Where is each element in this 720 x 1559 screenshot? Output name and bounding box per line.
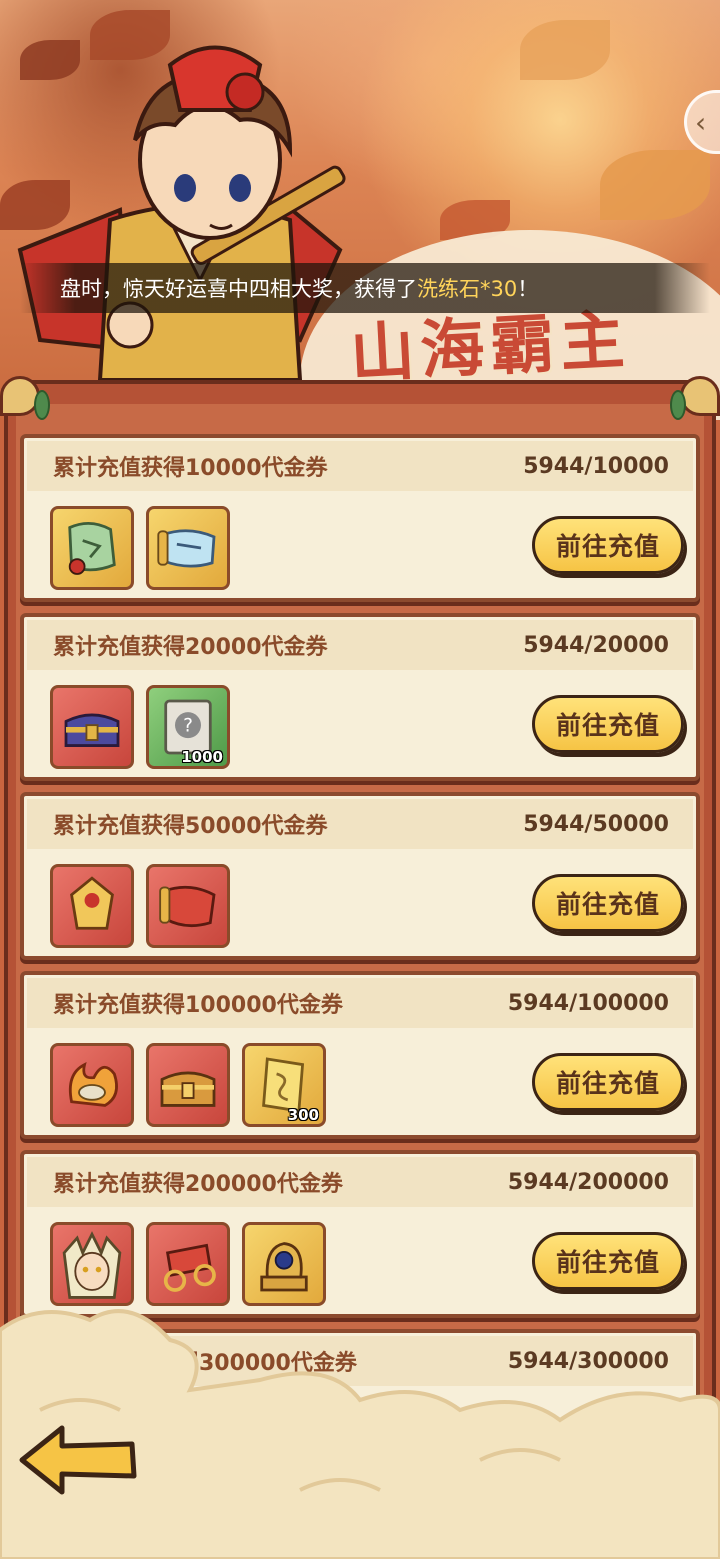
reward-item-slot[interactable] — [50, 1222, 134, 1306]
task-card: 累计充值获得100000代金券 5944/100000 300 前往充值 — [20, 971, 700, 1139]
svg-text:?: ? — [183, 716, 193, 737]
task-progress: 5944/200000 — [507, 1169, 669, 1195]
golden-chest-icon — [160, 1071, 216, 1107]
task-card: 累计充值获得200000代金券 5944/200000 前往充值 — [20, 1150, 700, 1318]
leaf-ornament-icon — [670, 390, 686, 420]
reward-item-slot[interactable] — [146, 864, 230, 948]
marquee-text: 盘时，惊天好运喜中四相大奖，获得了 — [60, 277, 417, 301]
hero-banner: 山海霸主 ‹ — [0, 0, 720, 420]
item-quantity: 300 — [287, 1106, 319, 1124]
side-collapse-button[interactable]: ‹ — [684, 90, 720, 154]
red-scroll-icon — [159, 885, 216, 928]
hero-character-illustration — [17, 45, 346, 382]
maple-leaf-decoration — [600, 150, 710, 220]
panel-corner-ornament — [680, 376, 720, 416]
reward-item-slot[interactable] — [242, 1222, 326, 1306]
task-header: 累计充值获得20000代金券 5944/20000 — [27, 620, 693, 670]
war-chariot-icon — [163, 1243, 216, 1292]
task-header: 累计充值获得50000代金券 5944/50000 — [27, 799, 693, 849]
reward-item-slot[interactable] — [146, 506, 230, 590]
flame-artifact-icon — [68, 1061, 118, 1107]
goto-recharge-button[interactable]: 前往充值 — [532, 516, 684, 574]
goto-recharge-button[interactable]: 前往充值 — [532, 1232, 684, 1290]
maple-leaf-decoration — [520, 20, 610, 80]
task-title: 累计充值获得20000代金券 — [53, 635, 328, 660]
reward-item-slot[interactable] — [50, 1043, 134, 1127]
back-arrow-button[interactable] — [18, 1420, 138, 1500]
reward-item-slot[interactable] — [50, 685, 134, 769]
task-header: 累计充值获得10000代金券 5944/10000 — [27, 441, 693, 491]
task-title: 累计充值获得10000代金券 — [53, 456, 328, 481]
item-quantity: 1000 — [181, 748, 223, 766]
task-title: 累计充值获得100000代金券 — [53, 993, 343, 1018]
task-card: 累计充值获得50000代金券 5944/50000 前往充值 — [20, 792, 700, 960]
blue-scroll-icon — [157, 529, 216, 568]
task-card: 累计充值获得20000代金券 5944/20000 ? 1000 前往充值 — [20, 613, 700, 781]
golden-emblem-icon — [70, 876, 114, 930]
task-card: 累计充值获得10000代金券 5944/10000 前往充值 — [20, 434, 700, 602]
hero-portrait-icon — [62, 1231, 122, 1299]
task-progress: 5944/100000 — [507, 990, 669, 1016]
task-progress: 5944/50000 — [523, 811, 669, 837]
reward-item-slot[interactable]: 300 — [242, 1043, 326, 1127]
jade-map-scroll-icon — [68, 522, 116, 575]
marquee-highlight: 洗练石*30 — [417, 277, 518, 301]
announcement-marquee: 盘时，惊天好运喜中四相大奖，获得了 洗练石*30 ！ — [20, 263, 710, 313]
goto-recharge-button[interactable]: 前往充值 — [532, 874, 684, 932]
task-title: 累计充值获得200000代金券 — [53, 1172, 343, 1197]
purple-chest-icon — [64, 713, 120, 747]
marquee-suffix: ！ — [517, 277, 539, 301]
task-title: 累计充值获得50000代金券 — [53, 814, 328, 839]
task-progress: 5944/10000 — [523, 453, 669, 479]
chevron-left-icon: ‹ — [695, 105, 707, 139]
task-progress: 5944/20000 — [523, 632, 669, 658]
goto-recharge-button[interactable]: 前往充值 — [532, 695, 684, 753]
reward-item-slot[interactable] — [146, 1043, 230, 1127]
reward-item-slot[interactable] — [146, 1222, 230, 1306]
task-header: 累计充值获得200000代金券 5944/200000 — [27, 1157, 693, 1207]
reward-item-slot[interactable] — [50, 864, 134, 948]
beast-statue-icon — [260, 1242, 308, 1292]
goto-recharge-button[interactable]: 前往充值 — [532, 1053, 684, 1111]
leaf-ornament-icon — [34, 390, 50, 420]
task-header: 累计充值获得100000代金券 5944/100000 — [27, 978, 693, 1028]
reward-item-slot[interactable] — [50, 506, 134, 590]
reward-item-slot[interactable]: ? 1000 — [146, 685, 230, 769]
